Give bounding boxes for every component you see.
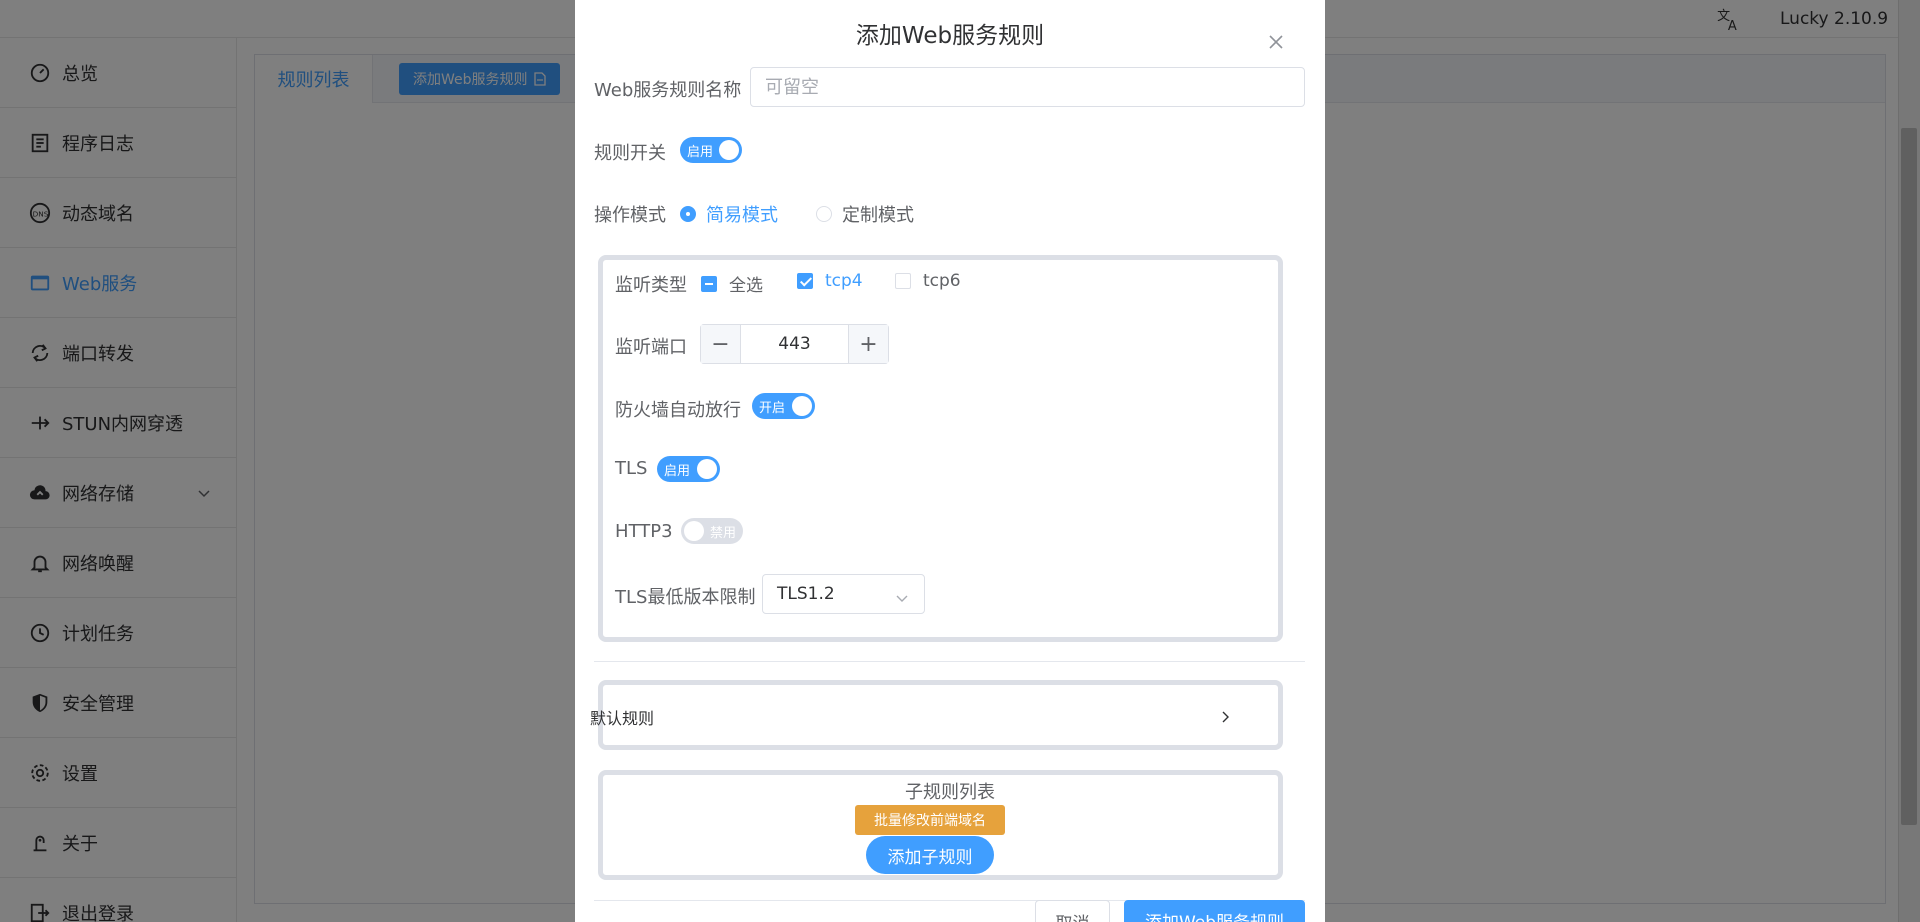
listen-port-label: 监听端口 <box>615 337 687 358</box>
listen-type-label: 监听类型 <box>615 275 687 296</box>
rule-enable-switch[interactable]: 启用 <box>680 137 742 163</box>
switch-knob <box>719 140 739 160</box>
switch-knob <box>792 396 812 416</box>
decrement-button[interactable]: − <box>701 325 741 363</box>
default-rule-collapse[interactable] <box>598 680 1283 750</box>
increment-button[interactable]: + <box>848 325 888 363</box>
radio-dot <box>680 206 696 222</box>
select-all-checkbox[interactable]: 全选 <box>701 271 763 296</box>
tcp6-checkbox[interactable]: tcp6 <box>895 271 961 291</box>
radio-dot <box>816 206 832 222</box>
tls-label: TLS <box>615 458 648 479</box>
radio-label: 定制模式 <box>842 205 914 226</box>
tls-switch[interactable]: 启用 <box>657 456 720 482</box>
rule-name-input[interactable] <box>750 67 1305 107</box>
switch-knob <box>697 459 717 479</box>
cancel-button[interactable]: 取消 <box>1035 900 1110 922</box>
firewall-switch[interactable]: 开启 <box>752 393 815 419</box>
default-rule-label: 默认规则 <box>590 709 655 728</box>
tls-min-version-select[interactable]: TLS1.2 <box>762 574 925 614</box>
tls-min-version-label: TLS最低版本限制 <box>615 587 756 608</box>
switch-knob <box>684 521 704 541</box>
checkbox-box <box>895 273 911 289</box>
checkbox-box <box>797 273 813 289</box>
switch-text: 启用 <box>687 144 714 160</box>
checkbox-label: 全选 <box>729 276 763 296</box>
submit-rule-button[interactable]: 添加Web服务规则 <box>1124 900 1305 922</box>
add-web-rule-dialog: 添加Web服务规则 Web服务规则名称 规则开关 启用 操作模式 简易模式 定制… <box>575 0 1325 922</box>
checkbox-box <box>701 275 717 292</box>
listen-port-stepper: − 443 + <box>700 324 889 364</box>
dialog-title: 添加Web服务规则 <box>855 23 1045 49</box>
select-value: TLS1.2 <box>777 584 835 604</box>
subrule-list-title: 子规则列表 <box>905 782 995 803</box>
mode-simple-radio[interactable]: 简易模式 <box>680 201 778 227</box>
switch-text: 启用 <box>664 463 691 479</box>
add-subrule-button[interactable]: 添加子规则 <box>866 836 994 874</box>
http3-switch[interactable]: 禁用 <box>681 518 743 544</box>
chevron-right-icon[interactable] <box>1219 708 1231 723</box>
rule-name-label: Web服务规则名称 <box>594 80 742 101</box>
batch-edit-domain-button[interactable]: 批量修改前端域名 <box>855 805 1005 835</box>
switch-text: 开启 <box>759 400 786 416</box>
checkbox-label: tcp6 <box>923 271 961 291</box>
rule-switch-label: 规则开关 <box>594 143 666 164</box>
radio-label: 简易模式 <box>706 205 778 226</box>
checkbox-label: tcp4 <box>825 271 863 291</box>
section-divider <box>594 661 1305 662</box>
mode-label: 操作模式 <box>594 205 666 226</box>
firewall-label: 防火墙自动放行 <box>615 400 741 421</box>
port-value[interactable]: 443 <box>741 325 848 363</box>
mode-custom-radio[interactable]: 定制模式 <box>816 201 914 227</box>
switch-text: 禁用 <box>709 525 736 541</box>
http3-label: HTTP3 <box>615 521 673 542</box>
tcp4-checkbox[interactable]: tcp4 <box>797 271 863 291</box>
close-icon[interactable] <box>1266 32 1286 52</box>
chevron-down-icon <box>896 589 908 602</box>
